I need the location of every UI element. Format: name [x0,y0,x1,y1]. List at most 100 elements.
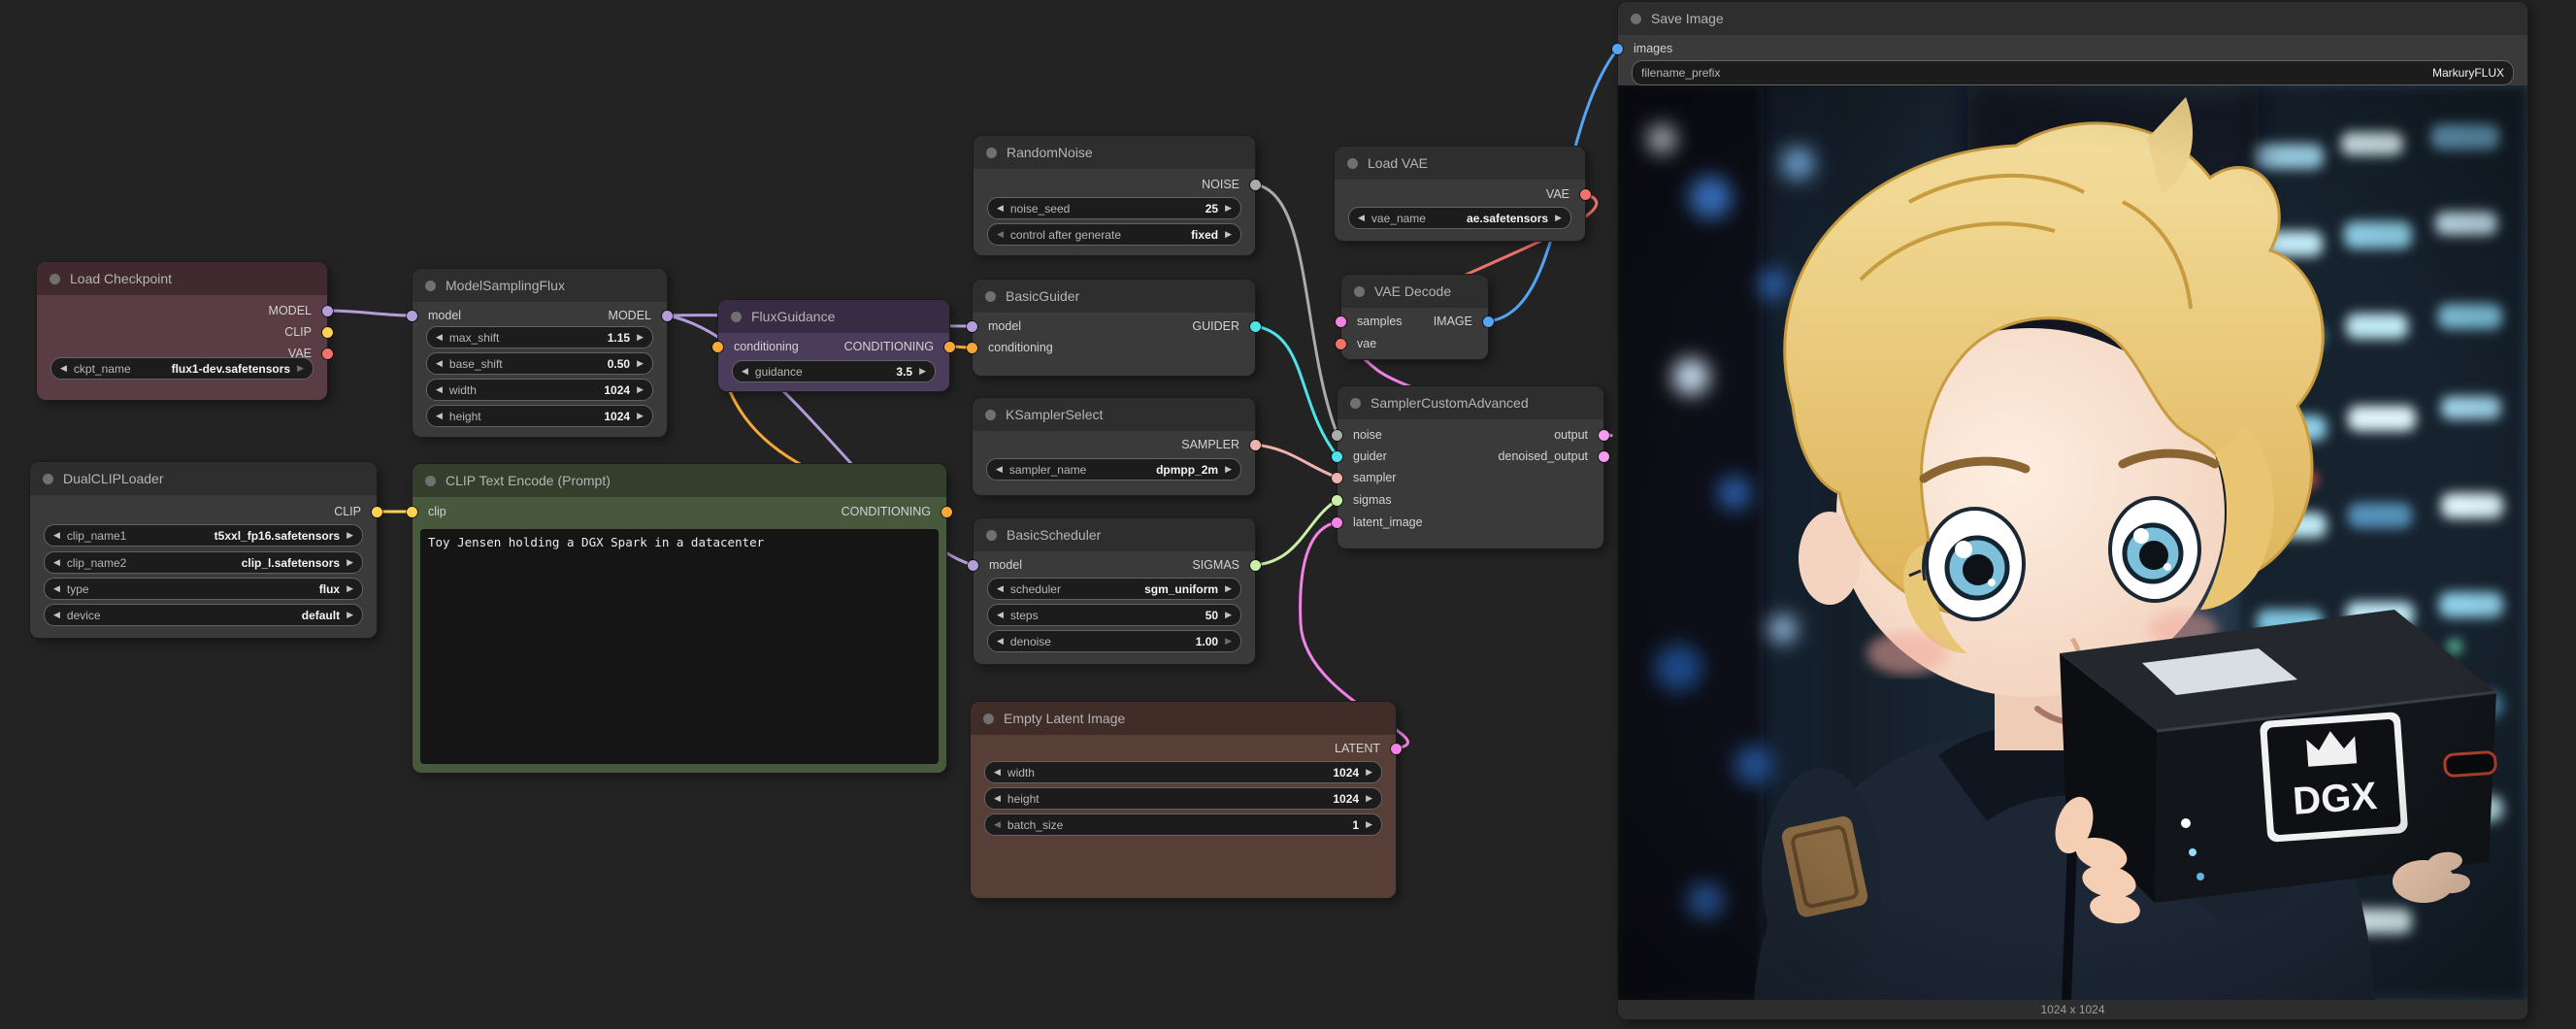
node-dual-clip-loader[interactable]: DualCLIPLoader CLIP ◀ clip_name1 t5xxl_f… [30,462,377,638]
node-header[interactable]: CLIP Text Encode (Prompt) [413,464,946,497]
input-port-model[interactable] [967,321,977,332]
output-port-clip[interactable] [372,507,382,517]
input-port-images[interactable] [1612,44,1623,54]
widget-guidance[interactable]: ◀ guidance 3.5 ▶ [732,360,936,382]
widget-sampler-name[interactable]: ◀ sampler_name dpmpp_2m ▶ [986,458,1241,481]
node-graph-canvas[interactable]: Load Checkpoint MODEL CLIP VAE ◀ ckpt_na… [0,0,2576,1029]
output-port-clip[interactable] [322,327,333,338]
node-clip-text-encode[interactable]: CLIP Text Encode (Prompt) clip CONDITION… [413,464,946,773]
decrement-arrow-icon[interactable]: ◀ [997,610,1004,620]
output-port-latent[interactable] [1391,744,1402,754]
widget-denoise[interactable]: ◀ denoise 1.00 ▶ [987,630,1241,652]
node-header[interactable]: Save Image [1618,2,2527,35]
widget-height[interactable]: ◀ height 1024 ▶ [984,787,1382,810]
widget-width[interactable]: ◀ width 1024 ▶ [426,379,653,401]
node-basic-scheduler[interactable]: BasicScheduler model SIGMAS ◀ scheduler … [974,518,1255,664]
node-header[interactable]: FluxGuidance [718,300,949,333]
output-port-vae[interactable] [322,349,333,359]
increment-arrow-icon[interactable]: ▶ [1555,213,1562,223]
collapse-dot-icon[interactable] [1631,14,1641,24]
decrement-arrow-icon[interactable]: ◀ [742,366,748,377]
decrement-arrow-icon[interactable]: ◀ [53,610,60,620]
increment-arrow-icon[interactable]: ▶ [297,363,304,374]
collapse-dot-icon[interactable] [1350,398,1361,409]
output-port-image[interactable] [1483,316,1494,327]
node-basic-guider[interactable]: BasicGuider model conditioning GUIDER [973,280,1255,376]
input-port-model[interactable] [968,560,978,571]
node-sampler-custom-advanced[interactable]: SamplerCustomAdvanced noise guider sampl… [1338,386,1603,548]
collapse-dot-icon[interactable] [986,530,997,541]
decrement-arrow-icon[interactable]: ◀ [436,384,443,395]
decrement-arrow-icon[interactable]: ◀ [996,464,1003,475]
decrement-arrow-icon[interactable]: ◀ [994,767,1001,778]
widget-max-shift[interactable]: ◀ max_shift 1.15 ▶ [426,326,653,349]
collapse-dot-icon[interactable] [1347,158,1358,169]
input-port-sigmas[interactable] [1332,495,1342,506]
output-port-conditioning[interactable] [944,342,955,352]
node-load-checkpoint[interactable]: Load Checkpoint MODEL CLIP VAE ◀ ckpt_na… [37,262,327,400]
increment-arrow-icon[interactable]: ▶ [1366,819,1372,830]
increment-arrow-icon[interactable]: ▶ [1225,636,1232,647]
increment-arrow-icon[interactable]: ▶ [637,332,644,343]
input-port-clip[interactable] [407,507,417,517]
input-port-conditioning[interactable] [967,343,977,353]
decrement-arrow-icon[interactable]: ◀ [53,530,60,541]
output-port-model[interactable] [322,306,333,316]
increment-arrow-icon[interactable]: ▶ [637,411,644,421]
increment-arrow-icon[interactable]: ▶ [637,358,644,369]
widget-vae-name[interactable]: ◀ vae_name ae.safetensors ▶ [1348,207,1571,229]
widget-clip-name2[interactable]: ◀ clip_name2 clip_l.safetensors ▶ [44,551,363,574]
output-port-guider[interactable] [1250,321,1261,332]
node-header[interactable]: Load VAE [1335,147,1585,180]
decrement-arrow-icon[interactable]: ◀ [997,636,1004,647]
collapse-dot-icon[interactable] [985,291,996,302]
output-port-sigmas[interactable] [1250,560,1261,571]
node-header[interactable]: VAE Decode [1341,275,1488,308]
node-header[interactable]: BasicScheduler [974,518,1255,551]
node-header[interactable]: RandomNoise [974,136,1255,169]
collapse-dot-icon[interactable] [985,410,996,420]
output-port-model[interactable] [662,311,673,321]
collapse-dot-icon[interactable] [731,312,742,322]
collapse-dot-icon[interactable] [986,148,997,158]
node-header[interactable]: SamplerCustomAdvanced [1338,386,1603,419]
collapse-dot-icon[interactable] [983,714,994,724]
collapse-dot-icon[interactable] [425,281,436,291]
widget-filename-prefix[interactable]: filename_prefix MarkuryFLUX [1632,60,2514,85]
widget-type[interactable]: ◀ type flux ▶ [44,578,363,600]
widget-batch-size[interactable]: ◀ batch_size 1 ▶ [984,813,1382,836]
collapse-dot-icon[interactable] [1354,286,1365,297]
increment-arrow-icon[interactable]: ▶ [1225,464,1232,475]
decrement-arrow-icon[interactable]: ◀ [436,332,443,343]
decrement-arrow-icon[interactable]: ◀ [53,557,60,568]
output-port-vae[interactable] [1580,189,1591,200]
decrement-arrow-icon[interactable]: ◀ [997,583,1004,594]
output-port-noise[interactable] [1250,180,1261,190]
node-random-noise[interactable]: RandomNoise NOISE ◀ noise_seed 25 ▶ ◀ co… [974,136,1255,255]
collapse-dot-icon[interactable] [43,474,53,484]
output-port-sampler[interactable] [1250,440,1261,450]
increment-arrow-icon[interactable]: ▶ [637,384,644,395]
node-header[interactable]: Empty Latent Image [971,702,1396,735]
input-port-conditioning[interactable] [712,342,723,352]
widget-noise-seed[interactable]: ◀ noise_seed 25 ▶ [987,197,1241,219]
input-port-noise[interactable] [1332,430,1342,441]
decrement-arrow-icon[interactable]: ◀ [997,203,1004,214]
widget-control-after-generate[interactable]: ◀ control after generate fixed ▶ [987,223,1241,246]
node-vae-decode[interactable]: VAE Decode samples vae IMAGE [1341,275,1488,359]
increment-arrow-icon[interactable]: ▶ [1366,767,1372,778]
increment-arrow-icon[interactable]: ▶ [347,583,353,594]
decrement-arrow-icon[interactable]: ◀ [994,793,1001,804]
widget-width[interactable]: ◀ width 1024 ▶ [984,761,1382,783]
widget-ckpt-name[interactable]: ◀ ckpt_name flux1-dev.safetensors ▶ [50,357,314,380]
decrement-arrow-icon[interactable]: ◀ [53,583,60,594]
node-save-image[interactable]: Save Image images filename_prefix Markur… [1618,2,2527,1019]
node-load-vae[interactable]: Load VAE VAE ◀ vae_name ae.safetensors ▶ [1335,147,1585,241]
increment-arrow-icon[interactable]: ▶ [1225,583,1232,594]
node-header[interactable]: DualCLIPLoader [30,462,377,495]
node-flux-guidance[interactable]: FluxGuidance conditioning CONDITIONING ◀… [718,300,949,391]
increment-arrow-icon[interactable]: ▶ [347,557,353,568]
decrement-arrow-icon[interactable]: ◀ [1358,213,1365,223]
widget-device[interactable]: ◀ device default ▶ [44,604,363,626]
increment-arrow-icon[interactable]: ▶ [1225,610,1232,620]
